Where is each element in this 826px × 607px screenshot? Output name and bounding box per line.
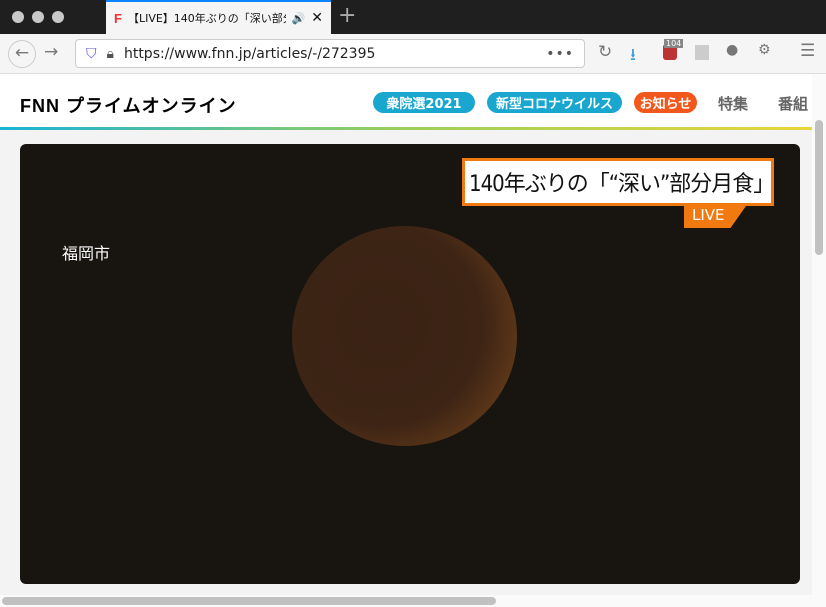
back-button[interactable]: ← bbox=[8, 40, 36, 68]
pill-election[interactable]: 衆院選2021 bbox=[373, 92, 475, 113]
site-header: FNN プライムオンライン 衆院選2021 新型コロナウイルス お知らせ 特集 … bbox=[0, 74, 812, 130]
tab-bar: F 【LIVE】140年ぶりの「深い部分月食」 🔊 ✕ + bbox=[0, 0, 826, 34]
forward-button[interactable]: → bbox=[44, 42, 58, 62]
shield-icon[interactable]: ⛉ bbox=[86, 46, 97, 62]
eclipsed-moon bbox=[292, 226, 517, 446]
pill-notice[interactable]: お知らせ bbox=[634, 92, 697, 113]
menu-icon[interactable]: ☰ bbox=[800, 41, 815, 61]
zoom-window-button[interactable] bbox=[52, 11, 64, 23]
video-caption: 140年ぶりの「“深い”部分月食」 bbox=[462, 158, 775, 206]
logo-fnn: FNN bbox=[20, 96, 60, 116]
new-tab-button[interactable]: + bbox=[338, 3, 356, 28]
location-label: 福岡市 bbox=[62, 244, 111, 263]
extension-icon[interactable] bbox=[695, 45, 709, 60]
logo-text: プライムオンライン bbox=[66, 96, 237, 116]
nav-features[interactable]: 特集 bbox=[718, 93, 748, 114]
favicon-icon: F bbox=[114, 10, 122, 26]
minimize-window-button[interactable] bbox=[32, 11, 44, 23]
nav-programs[interactable]: 番組 bbox=[778, 93, 808, 114]
main-content: 福岡市 140年ぶりの「“深い”部分月食」 LIVE bbox=[0, 130, 812, 595]
active-tab[interactable]: F 【LIVE】140年ぶりの「深い部分月食」 🔊 ✕ bbox=[106, 0, 331, 34]
pill-covid[interactable]: 新型コロナウイルス bbox=[487, 92, 622, 113]
live-video-player[interactable]: 福岡市 140年ぶりの「“深い”部分月食」 LIVE bbox=[20, 144, 800, 584]
extension-balls-icon[interactable]: ● bbox=[726, 42, 738, 58]
download-icon[interactable]: ⭳ bbox=[630, 42, 636, 71]
reload-button[interactable]: ↻ bbox=[598, 42, 612, 62]
lock-icon[interactable]: 🔒︎ bbox=[107, 46, 114, 62]
ublock-badge: 104 bbox=[664, 39, 684, 48]
close-tab-icon[interactable]: ✕ bbox=[311, 10, 323, 26]
navigation-bar: ← → ⛉ 🔒︎ https://www.fnn.jp/articles/-/2… bbox=[0, 34, 826, 74]
page-actions-button[interactable]: ••• bbox=[546, 46, 574, 62]
window-controls[interactable] bbox=[12, 11, 64, 23]
speaker-icon[interactable]: 🔊 bbox=[292, 12, 306, 25]
url-bar[interactable]: ⛉ 🔒︎ https://www.fnn.jp/articles/-/27239… bbox=[75, 39, 585, 68]
extension-gear-icon[interactable]: ⚙ bbox=[758, 42, 771, 58]
close-window-button[interactable] bbox=[12, 11, 24, 23]
vertical-scroll-thumb[interactable] bbox=[815, 120, 823, 255]
url-text[interactable]: https://www.fnn.jp/articles/-/272395 bbox=[124, 46, 375, 62]
fnn-logo[interactable]: FNN プライムオンライン bbox=[20, 92, 237, 118]
tab-title: 【LIVE】140年ぶりの「深い部分月食」 bbox=[127, 12, 286, 25]
horizontal-scroll-thumb[interactable] bbox=[2, 597, 496, 605]
live-badge: LIVE bbox=[684, 206, 746, 228]
